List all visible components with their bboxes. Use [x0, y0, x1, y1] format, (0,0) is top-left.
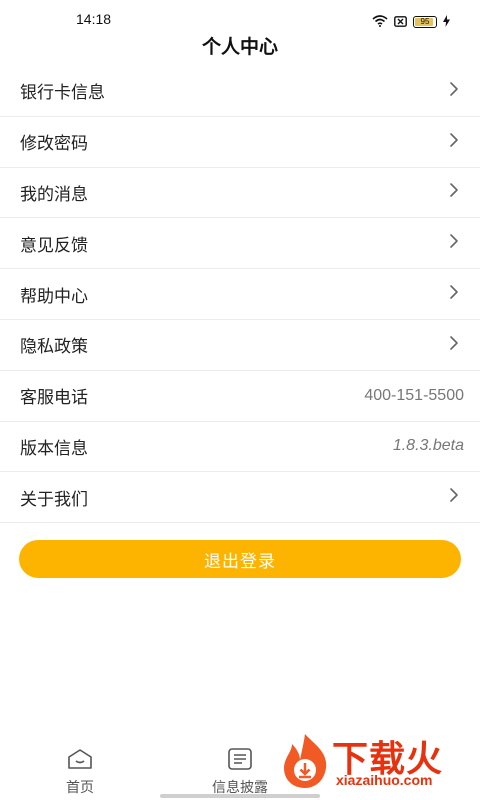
menu-item-label: 关于我们	[20, 489, 88, 510]
chevron-right-icon	[448, 335, 460, 355]
status-time: 14:18	[76, 11, 112, 27]
menu-item[interactable]: 修改密码	[0, 117, 480, 168]
menu-item[interactable]: 意见反馈	[0, 218, 480, 270]
watermark-url: xiazaihuo.com	[336, 772, 433, 788]
menu-item[interactable]: 关于我们	[0, 472, 480, 524]
home-icon	[66, 748, 94, 774]
menu-item-label: 版本信息	[20, 438, 88, 459]
settings-menu: 银行卡信息修改密码我的消息意见反馈帮助中心隐私政策客服电话 400-151-550…	[0, 66, 480, 524]
chevron-right-icon	[448, 233, 460, 253]
status-icons: 95	[372, 12, 450, 31]
menu-item[interactable]: 我的消息	[0, 168, 480, 219]
menu-item[interactable]: 客服电话 400-151-5500	[0, 371, 480, 422]
tab-disclosure[interactable]: 信息披露	[195, 748, 285, 797]
menu-item-value: 1.8.3.beta	[392, 437, 464, 455]
menu-item-label: 隐私政策	[20, 337, 88, 358]
menu-item-label: 银行卡信息	[20, 83, 105, 104]
menu-item-label: 帮助中心	[20, 286, 88, 307]
battery-level: 95	[420, 17, 430, 26]
status-bar: 14:18 95	[0, 0, 480, 36]
chevron-right-icon	[448, 132, 460, 152]
tab-home[interactable]: 首页	[55, 748, 105, 797]
menu-item[interactable]: 帮助中心	[0, 269, 480, 320]
menu-item-label: 客服电话	[20, 388, 88, 409]
home-indicator	[160, 794, 320, 798]
menu-item[interactable]: 银行卡信息	[0, 66, 480, 117]
chevron-right-icon	[448, 182, 460, 202]
chevron-right-icon	[448, 284, 460, 304]
logout-button[interactable]: 退出登录	[19, 540, 461, 578]
document-icon	[227, 748, 253, 774]
menu-item[interactable]: 版本信息 1.8.3.beta	[0, 422, 480, 473]
menu-item-label: 意见反馈	[20, 235, 88, 256]
page-title: 个人中心	[201, 36, 278, 58]
charging-icon	[443, 12, 450, 31]
wifi-icon	[372, 12, 388, 31]
tab-home-label: 首页	[66, 780, 94, 796]
chevron-right-icon	[448, 487, 460, 507]
menu-item[interactable]: 隐私政策	[0, 320, 480, 371]
flame-icon	[278, 730, 332, 790]
menu-item-label: 修改密码	[20, 134, 88, 155]
no-sim-icon	[394, 12, 407, 31]
battery-indicator: 95	[413, 15, 437, 28]
menu-item-label: 我的消息	[20, 184, 88, 205]
menu-item-value: 400-151-5500	[364, 386, 464, 404]
watermark-logo: 下载火 xiazaihuo.com	[278, 730, 474, 794]
chevron-right-icon	[448, 81, 460, 101]
